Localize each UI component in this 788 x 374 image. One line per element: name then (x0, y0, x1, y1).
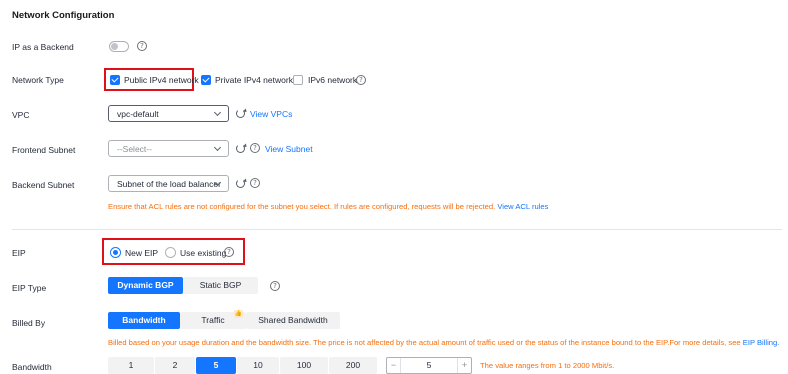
vpc-select-value: vpc-default (117, 109, 159, 119)
dynamic-bgp-option[interactable]: Dynamic BGP (108, 277, 183, 294)
frontend-subnet-select[interactable]: --Select-- (108, 140, 229, 157)
new-eip-radio[interactable] (110, 247, 121, 258)
bandwidth-billing-option[interactable]: Bandwidth (108, 312, 180, 329)
help-icon[interactable]: ? (250, 143, 260, 153)
bandwidth-option-200[interactable]: 200 (329, 357, 377, 374)
acl-warning: Ensure that ACL rules are not configured… (108, 202, 548, 211)
help-icon[interactable]: ? (356, 75, 366, 85)
chevron-down-icon (213, 108, 222, 117)
vpc-select[interactable]: vpc-default (108, 105, 229, 122)
recommended-icon: 👍 (234, 310, 243, 318)
chevron-down-icon (213, 143, 222, 152)
view-subnet-link[interactable]: View Subnet (265, 144, 313, 154)
bandwidth-option-100[interactable]: 100 (280, 357, 328, 374)
private-ipv4-label[interactable]: Private IPv4 network (215, 75, 293, 85)
use-existing-radio[interactable] (165, 247, 176, 258)
ipv6-label[interactable]: IPv6 network (308, 75, 357, 85)
view-vpcs-link[interactable]: View VPCs (250, 109, 292, 119)
backend-subnet-value: Subnet of the load balancer (117, 179, 221, 189)
new-eip-label[interactable]: New EIP (125, 248, 158, 258)
frontend-subnet-placeholder: --Select-- (117, 144, 152, 154)
eip-label: EIP (12, 248, 26, 258)
section-divider (12, 229, 782, 230)
backend-subnet-select[interactable]: Subnet of the load balancer (108, 175, 229, 192)
bandwidth-option-1[interactable]: 1 (108, 357, 154, 374)
refresh-icon[interactable] (236, 109, 245, 118)
vpc-label: VPC (12, 110, 30, 120)
ipv6-checkbox[interactable] (293, 75, 303, 85)
frontend-subnet-label: Frontend Subnet (12, 145, 76, 155)
eip-billing-link[interactable]: EIP Billing. (743, 338, 780, 347)
help-icon[interactable]: ? (270, 281, 280, 291)
decrement-button[interactable]: − (387, 358, 401, 373)
view-acl-rules-link[interactable]: View ACL rules (497, 202, 548, 211)
static-bgp-option[interactable]: Static BGP (183, 277, 258, 294)
traffic-billing-label: Traffic (201, 315, 225, 325)
section-title: Network Configuration (12, 10, 115, 21)
billed-by-label: Billed By (12, 318, 46, 328)
use-existing-label[interactable]: Use existing (180, 248, 226, 258)
refresh-icon[interactable] (236, 144, 245, 153)
refresh-icon[interactable] (236, 179, 245, 188)
help-icon[interactable]: ? (137, 41, 147, 51)
shared-bandwidth-option[interactable]: Shared Bandwidth (246, 312, 340, 329)
help-icon[interactable]: ? (224, 247, 234, 257)
public-ipv4-label[interactable]: Public IPv4 network (124, 75, 199, 85)
help-icon[interactable]: ? (250, 178, 260, 188)
bandwidth-option-10[interactable]: 10 (237, 357, 279, 374)
billing-info: Billed based on your usage duration and … (108, 338, 779, 347)
ip-backend-label: IP as a Backend (12, 42, 74, 52)
increment-button[interactable]: + (457, 358, 471, 373)
ip-backend-toggle[interactable] (109, 41, 129, 52)
backend-subnet-label: Backend Subnet (12, 180, 75, 190)
acl-warning-text: Ensure that ACL rules are not configured… (108, 202, 496, 211)
public-ipv4-checkbox[interactable] (110, 75, 120, 85)
bandwidth-option-5[interactable]: 5 (196, 357, 236, 374)
bandwidth-value-input[interactable]: 5 (401, 358, 457, 373)
billing-info-text: Billed based on your usage duration and … (108, 338, 741, 347)
bandwidth-stepper: − 5 + (386, 357, 472, 374)
bandwidth-label: Bandwidth (12, 362, 52, 372)
bandwidth-option-2[interactable]: 2 (155, 357, 195, 374)
bandwidth-range-note: The value ranges from 1 to 2000 Mbit/s. (480, 361, 615, 370)
private-ipv4-checkbox[interactable] (201, 75, 211, 85)
eip-type-label: EIP Type (12, 283, 47, 293)
network-type-label: Network Type (12, 75, 64, 85)
